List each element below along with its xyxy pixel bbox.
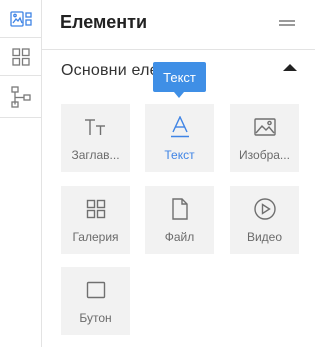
heading-icon bbox=[84, 119, 105, 135]
image-icon bbox=[253, 118, 276, 136]
element-tile-file[interactable]: Файл bbox=[145, 186, 214, 254]
element-tile-label: Заглав... bbox=[71, 148, 120, 162]
video-icon bbox=[253, 198, 276, 220]
rail-grid-button[interactable] bbox=[0, 38, 41, 76]
tooltip-arrow bbox=[174, 92, 184, 98]
element-tile-text[interactable]: Текст bbox=[145, 104, 214, 172]
rail-sitemap-button[interactable] bbox=[0, 76, 41, 118]
element-tooltip: Текст bbox=[153, 62, 206, 92]
rail-elements-button[interactable] bbox=[0, 0, 41, 38]
caret-up-icon[interactable] bbox=[283, 64, 297, 71]
element-tile-button[interactable]: Бутон bbox=[61, 267, 130, 335]
gallery-icon bbox=[86, 199, 105, 219]
element-tile-label: Изобра... bbox=[239, 148, 290, 162]
grid-icon bbox=[11, 47, 30, 66]
sitemap-icon bbox=[10, 85, 31, 108]
element-tile-label: Текст bbox=[164, 148, 195, 162]
element-tile-video[interactable]: Видео bbox=[230, 186, 299, 254]
elements-panel: Елементи Основни елементи Заглав... Текс… bbox=[42, 0, 315, 347]
element-tile-label: Файл bbox=[164, 230, 195, 244]
button-icon bbox=[86, 281, 105, 299]
element-tile-image[interactable]: Изобра... bbox=[230, 104, 299, 172]
left-rail bbox=[0, 0, 42, 347]
panel-title: Елементи bbox=[60, 12, 148, 32]
panel-header: Елементи bbox=[42, 0, 315, 50]
element-tile-gallery[interactable]: Галерия bbox=[61, 186, 130, 254]
element-tile-label: Видео bbox=[246, 230, 283, 244]
element-tile-heading[interactable]: Заглав... bbox=[61, 104, 130, 172]
element-tile-label: Галерия bbox=[72, 230, 119, 244]
hamburger-icon[interactable] bbox=[279, 20, 295, 26]
layout-elements-icon bbox=[9, 10, 32, 27]
file-icon bbox=[171, 198, 188, 220]
text-icon bbox=[170, 116, 189, 138]
element-tile-label: Бутон bbox=[79, 311, 112, 325]
